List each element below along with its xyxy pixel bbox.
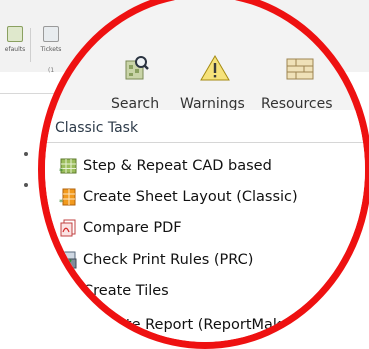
- tiles-icon: [60, 283, 76, 299]
- task-label: Create Tiles: [83, 283, 169, 299]
- print-rules-icon: [59, 251, 77, 269]
- warnings-button[interactable]: Warnings: [180, 45, 250, 112]
- task-check-print-rules[interactable]: Check Print Rules (PRC): [59, 249, 253, 271]
- task-create-report[interactable]: ate Report (ReportMake: [117, 314, 290, 336]
- toolbar-defaults-label: efaults: [4, 46, 26, 53]
- resources-icon: [286, 58, 314, 80]
- task-label: Step & Repeat CAD based: [83, 158, 272, 174]
- background-bullet: [24, 183, 28, 187]
- sheet-layout-icon: *: [59, 188, 76, 206]
- svg-text:*: *: [59, 167, 63, 175]
- search-icon: [125, 56, 149, 80]
- task-label: Check Print Rules (PRC): [83, 252, 254, 268]
- task-label: Create Sheet Layout (Classic): [83, 189, 298, 205]
- background-bullet: [24, 152, 28, 156]
- task-sheet-layout[interactable]: * Create Sheet Layout (Classic): [59, 186, 298, 208]
- toolbar-defaults-button[interactable]: efaults: [0, 26, 32, 66]
- toolbar-separator: [30, 28, 31, 62]
- section-divider: [45, 142, 365, 143]
- warning-icon: [200, 55, 230, 81]
- defaults-icon: [7, 26, 23, 42]
- task-label: ate Report (ReportMake: [117, 317, 290, 333]
- task-label: Compare PDF: [83, 220, 182, 236]
- section-title: Classic Task: [55, 120, 139, 136]
- magnifier-highlight: Search Warnings Resources Classic Task *…: [38, 0, 369, 349]
- task-step-repeat[interactable]: * Step & Repeat CAD based: [59, 155, 272, 177]
- task-compare-pdf[interactable]: Compare PDF: [59, 217, 182, 239]
- step-repeat-icon: *: [59, 158, 77, 175]
- task-create-tiles[interactable]: Create Tiles: [59, 280, 169, 302]
- search-button[interactable]: Search: [111, 45, 163, 112]
- resources-button[interactable]: Resources: [261, 45, 341, 112]
- compare-pdf-icon: [60, 219, 76, 237]
- svg-text:*: *: [59, 198, 63, 206]
